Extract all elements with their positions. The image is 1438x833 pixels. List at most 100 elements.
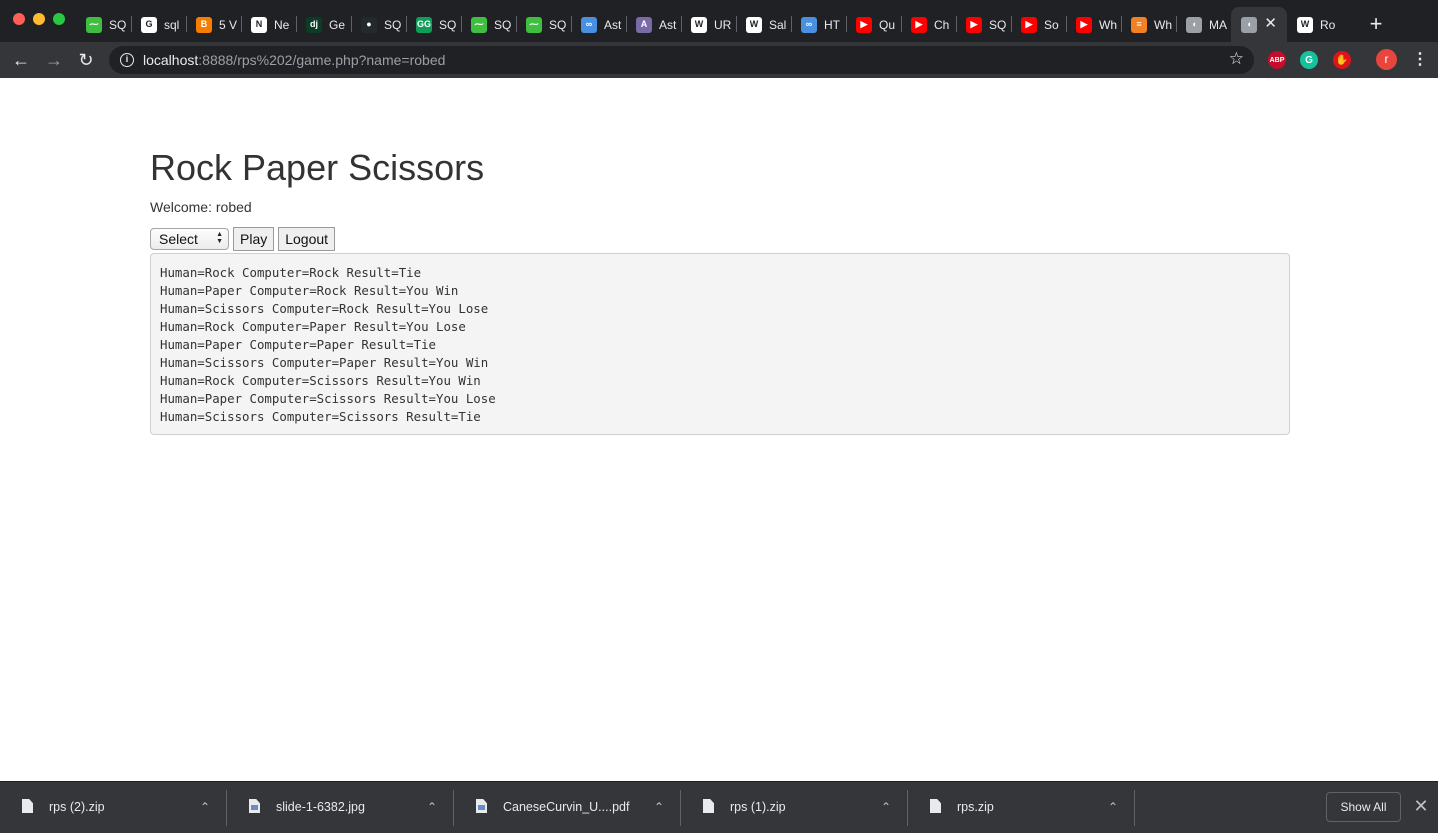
chart-icon: ⁓: [86, 16, 102, 33]
youtube-icon: ▶: [1076, 16, 1092, 33]
browser-tab[interactable]: ▶ So: [1011, 7, 1066, 42]
download-item[interactable]: CaneseCurvin_U....pdf ⌃: [454, 782, 681, 833]
file-icon: [22, 799, 33, 813]
tab-title: 5 V: [219, 17, 238, 32]
browser-tab[interactable]: ◖ MA: [1176, 7, 1231, 42]
browser-tab[interactable]: ⁓ SQ: [76, 7, 131, 42]
chart-icon: ⁓: [471, 16, 487, 33]
infinity-icon: ∞: [581, 16, 597, 33]
select-arrows-icon: ▲ ▼: [216, 231, 223, 245]
chevron-up-icon[interactable]: ⌃: [881, 798, 891, 816]
download-filename: rps (2).zip: [49, 800, 105, 814]
tab-title: Ast: [604, 17, 622, 32]
window-zoom-button[interactable]: [53, 13, 65, 25]
divider: [1134, 790, 1135, 826]
wikipedia-icon: W: [1297, 16, 1313, 33]
window-minimize-button[interactable]: [33, 13, 45, 25]
reload-icon[interactable]: ↻: [75, 50, 97, 70]
download-item[interactable]: slide-1-6382.jpg ⌃: [227, 782, 454, 833]
site-info-icon[interactable]: i: [120, 53, 134, 67]
chevron-up-icon[interactable]: ⌃: [654, 798, 664, 816]
browser-tab[interactable]: ▶ Ch: [901, 7, 956, 42]
chevron-up-icon[interactable]: ⌃: [200, 798, 210, 816]
tab-title: SQ: [549, 17, 567, 32]
result-line: Human=Scissors Computer=Paper Result=You…: [160, 355, 489, 370]
url-path: :8888/rps%202/game.php?name=robed: [198, 52, 446, 68]
url-host: localhost: [143, 52, 199, 68]
stop-hand-extension-icon[interactable]: ✋: [1333, 51, 1351, 69]
back-arrow-icon[interactable]: ←: [10, 50, 32, 70]
download-filename: CaneseCurvin_U....pdf: [503, 800, 630, 814]
browser-tab-strip: ⁓ SQ Gsql B 5 V N Ne dj Ge ● SQ GG SQ ⁓ SQ ⁓ SQ ∞ Ast A Ast W…: [0, 0, 1438, 42]
tab-title: SQ: [384, 17, 402, 32]
browser-menu-icon[interactable]: ⋮: [1412, 50, 1428, 70]
browser-tab[interactable]: W Sal: [736, 7, 791, 42]
tab-title: Ne: [274, 17, 290, 32]
youtube-icon: ▶: [856, 16, 872, 33]
wikipedia-icon: W: [691, 16, 707, 33]
browser-tab[interactable]: ▶ Qu: [846, 7, 901, 42]
file-icon: [249, 799, 260, 813]
bookmark-star-icon[interactable]: ☆: [1229, 49, 1244, 69]
tab-title: Wh: [1099, 17, 1117, 32]
browser-tab[interactable]: A Ast: [626, 7, 681, 42]
browser-tab[interactable]: ⁓ SQ: [461, 7, 516, 42]
close-tab-icon[interactable]: ✕: [1264, 15, 1277, 33]
browser-tab[interactable]: W UR: [681, 7, 736, 42]
browser-tab[interactable]: N Ne: [241, 7, 296, 42]
elephant-icon: ◖: [1241, 16, 1257, 33]
browser-tab[interactable]: GG SQ: [406, 7, 461, 42]
url-text[interactable]: localhost:8888/rps%202/game.php?name=rob…: [143, 52, 445, 68]
address-bar[interactable]: i localhost:8888/rps%202/game.php?name=r…: [109, 46, 1254, 74]
result-line: Human=Paper Computer=Paper Result=Tie: [160, 337, 437, 352]
file-icon: [703, 799, 714, 813]
play-button[interactable]: Play: [233, 227, 275, 251]
browser-tab[interactable]: ▶ SQ: [956, 7, 1011, 42]
download-item[interactable]: rps (1).zip ⌃: [681, 782, 908, 833]
download-filename: rps.zip: [957, 800, 994, 814]
youtube-icon: ▶: [911, 16, 927, 33]
tab-title: UR: [714, 17, 732, 32]
browser-tab[interactable]: ● SQ: [351, 7, 406, 42]
result-line: Human=Paper Computer=Rock Result=You Win: [160, 283, 459, 298]
geeksforgeeks-icon: GG: [416, 16, 432, 33]
download-shelf: rps (2).zip ⌃ slide-1-6382.jpg ⌃ CaneseCurvi…: [0, 781, 1438, 833]
browser-tab[interactable]: W Ro: [1287, 7, 1342, 42]
adblock-extension-icon[interactable]: ABP: [1268, 51, 1286, 69]
infinity-icon: ∞: [801, 16, 817, 33]
browser-tab[interactable]: ◖ ✕: [1231, 7, 1287, 42]
grammarly-extension-icon[interactable]: G: [1300, 51, 1318, 69]
tab-title: Qu: [879, 17, 896, 32]
newsletter-icon: N: [251, 16, 267, 33]
close-shelf-icon[interactable]: ✕: [1413, 795, 1429, 817]
new-tab-button[interactable]: +: [1366, 11, 1386, 37]
welcome-text: Welcome: robed: [150, 199, 252, 215]
result-line: Human=Rock Computer=Paper Result=You Los…: [160, 319, 466, 334]
download-item[interactable]: rps.zip ⌃: [908, 782, 1135, 833]
tab-title: Ast: [659, 17, 677, 32]
browser-tab[interactable]: ∞ Ast: [571, 7, 626, 42]
stackoverflow-icon: ≡: [1131, 16, 1147, 33]
tab-list: ⁓ SQ Gsql B 5 V N Ne dj Ge ● SQ GG SQ ⁓ SQ ⁓ SQ ∞ Ast A Ast W…: [76, 7, 1342, 42]
browser-tab[interactable]: Gsql: [131, 7, 186, 42]
browser-tab[interactable]: ≡ Wh: [1121, 7, 1176, 42]
window-close-button[interactable]: [13, 13, 25, 25]
forward-arrow-icon[interactable]: →: [43, 50, 65, 70]
result-line: Human=Paper Computer=Scissors Result=You…: [160, 391, 496, 406]
browser-toolbar: ← → ↻ i localhost:8888/rps%202/game.php?…: [0, 42, 1438, 78]
browser-tab[interactable]: dj Ge: [296, 7, 351, 42]
download-item[interactable]: rps (2).zip ⌃: [0, 782, 227, 833]
browser-tab[interactable]: ⁓ SQ: [516, 7, 571, 42]
show-all-downloads-button[interactable]: Show All: [1326, 792, 1401, 822]
browser-tab[interactable]: B 5 V: [186, 7, 241, 42]
profile-avatar[interactable]: r: [1376, 49, 1397, 70]
chevron-up-icon[interactable]: ⌃: [427, 798, 437, 816]
tab-title: So: [1044, 17, 1059, 32]
browser-tab[interactable]: ▶ Wh: [1066, 7, 1121, 42]
browser-tab[interactable]: ∞ HT: [791, 7, 846, 42]
chevron-up-icon[interactable]: ⌃: [1108, 798, 1118, 816]
move-select[interactable]: Select ▲ ▼: [150, 228, 229, 250]
tab-title: SQ: [989, 17, 1007, 32]
tab-title: Sal: [769, 17, 787, 32]
logout-button[interactable]: Logout: [278, 227, 336, 251]
